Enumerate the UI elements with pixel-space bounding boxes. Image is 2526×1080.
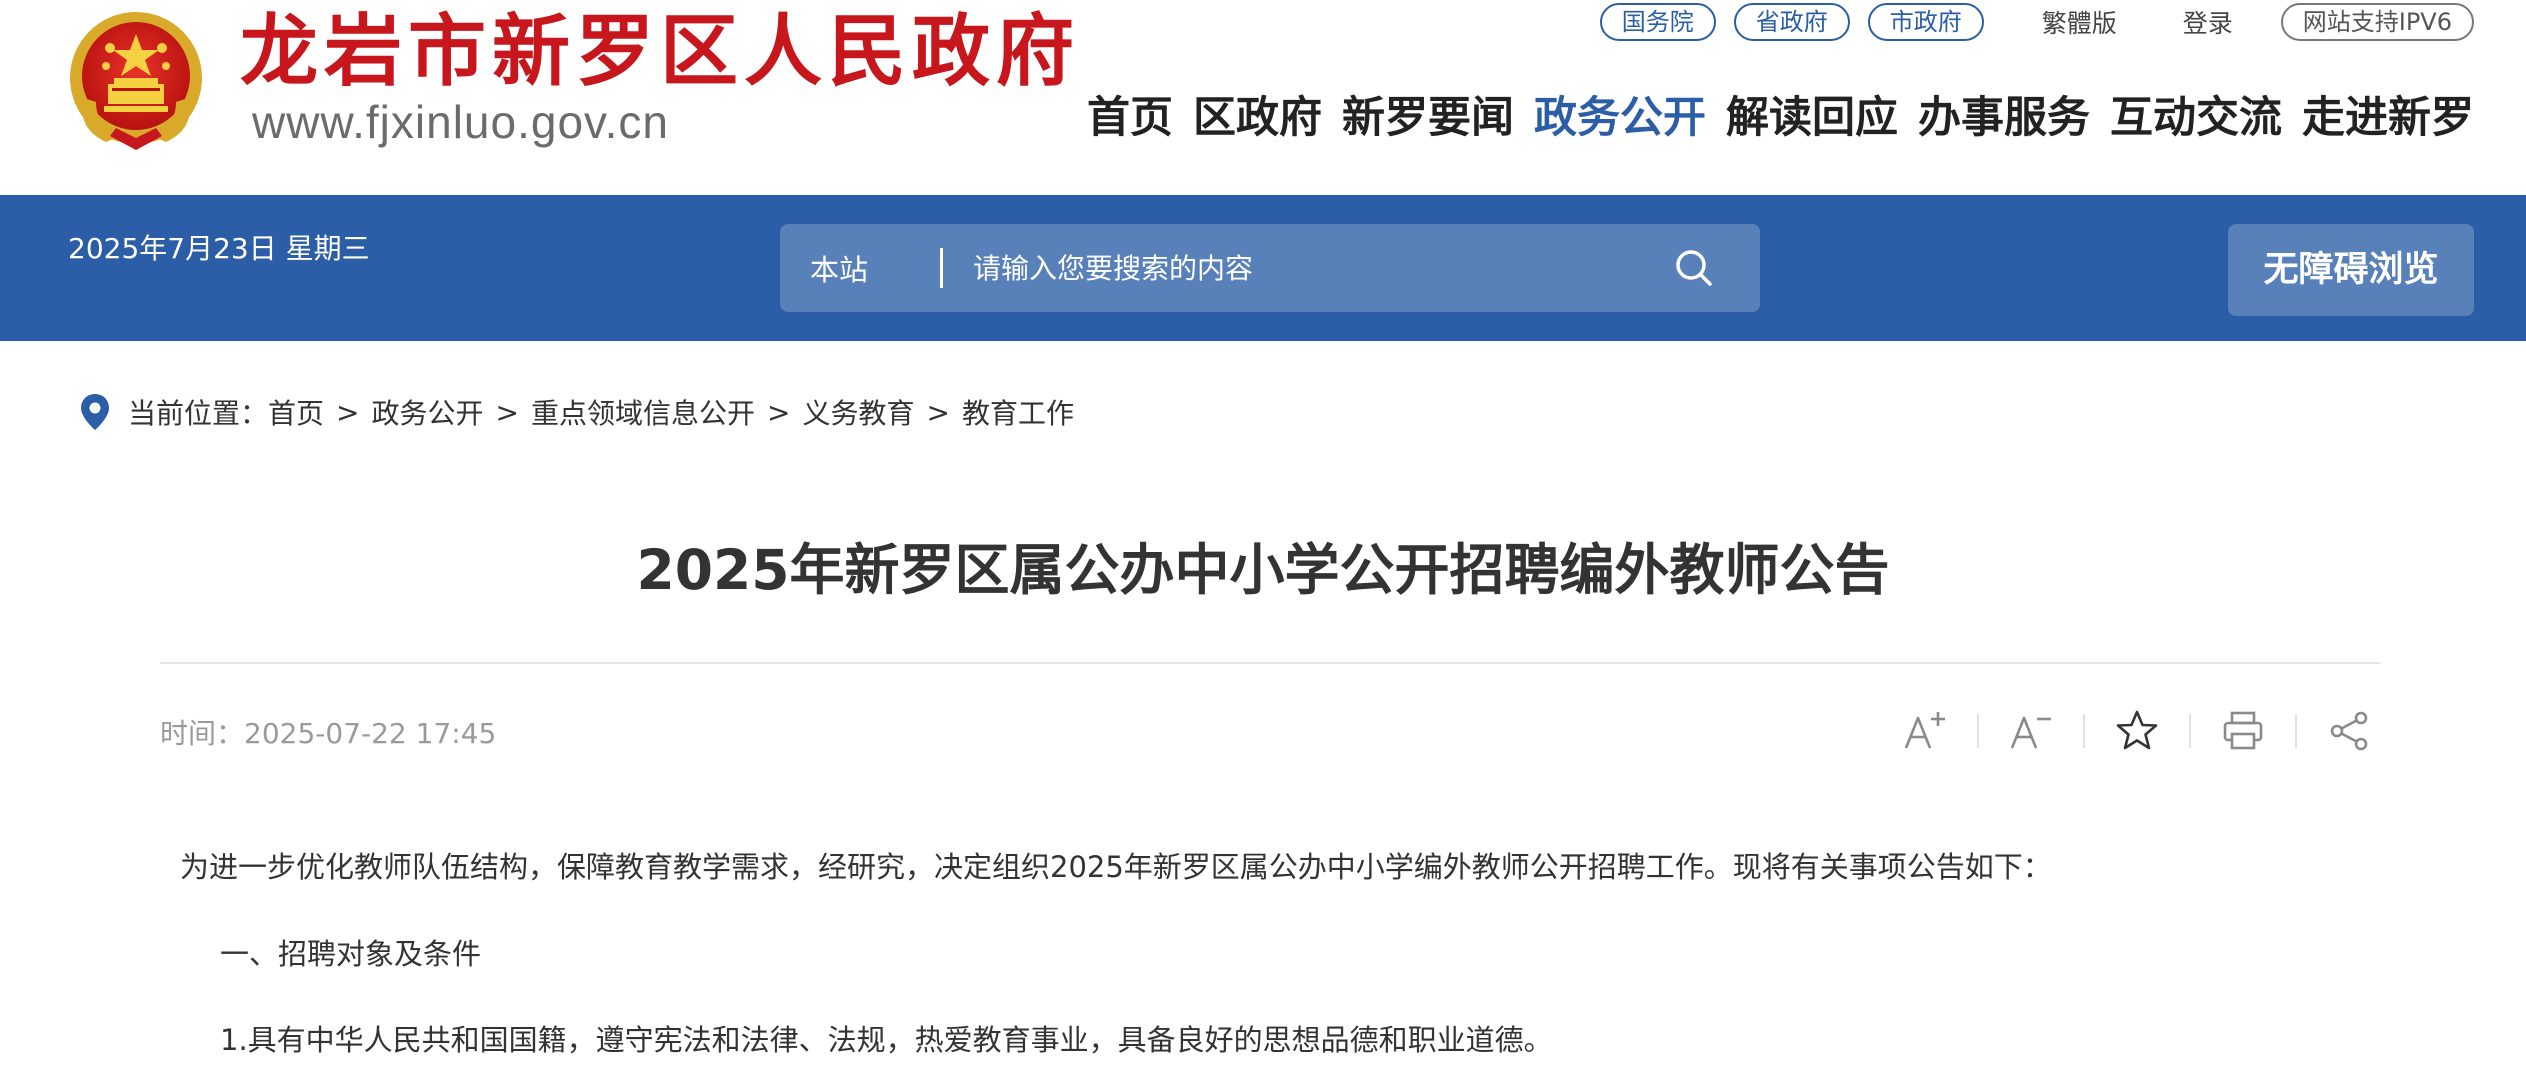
article-tools xyxy=(1894,700,2380,762)
font-decrease-icon[interactable] xyxy=(2000,700,2062,762)
link-city-gov[interactable]: 市政府 xyxy=(1867,3,1984,41)
search-bar-band: 2025年7月23日 星期三 本站 无障碍浏览 xyxy=(0,195,2526,341)
breadcrumb-key-areas[interactable]: 重点领域信息公开 xyxy=(531,392,755,432)
nav-district-gov[interactable]: 区政府 xyxy=(1193,88,1322,148)
breadcrumb-separator: > xyxy=(926,395,950,429)
search-input[interactable] xyxy=(943,238,1654,298)
location-pin-icon xyxy=(78,392,112,432)
nav-services[interactable]: 办事服务 xyxy=(1918,88,2090,148)
nav-news[interactable]: 新罗要闻 xyxy=(1342,88,1514,148)
breadcrumb-gov-affairs[interactable]: 政务公开 xyxy=(372,392,484,432)
tool-divider xyxy=(1977,714,1979,748)
link-state-council[interactable]: 国务院 xyxy=(1599,3,1716,41)
accessibility-button[interactable]: 无障碍浏览 xyxy=(2228,224,2474,316)
site-url: www.fjxinluo.gov.cn xyxy=(252,96,669,148)
nav-home[interactable]: 首页 xyxy=(1087,88,1173,148)
tool-divider xyxy=(2295,714,2297,748)
print-icon[interactable] xyxy=(2212,700,2274,762)
article-paragraph: 1.具有中华人民共和国国籍，遵守宪法和法律、法规，热爱教育事业，具备良好的思想品… xyxy=(220,1023,1553,1057)
font-increase-icon[interactable] xyxy=(1894,700,1956,762)
site-name[interactable]: 龙岩市新罗区人民政府 xyxy=(240,2,1080,102)
national-emblem-icon[interactable] xyxy=(66,8,206,154)
ipv6-badge: 网站支持IPV6 xyxy=(2280,3,2474,41)
traditional-chinese-link[interactable]: 繁體版 xyxy=(2002,4,2145,40)
title-divider xyxy=(160,662,2380,664)
breadcrumb-home[interactable]: 首页 xyxy=(268,392,324,432)
breadcrumb-separator: > xyxy=(767,395,791,429)
nav-gov-affairs[interactable]: 政务公开 xyxy=(1534,88,1706,148)
breadcrumb: 当前位置： 首页 > 政务公开 > 重点领域信息公开 > 义务教育 > 教育工作 xyxy=(78,392,1074,432)
breadcrumb-separator: > xyxy=(336,395,360,429)
publish-time-label: 时间： xyxy=(160,717,245,750)
main-nav: 首页 区政府 新罗要闻 政务公开 解读回应 办事服务 互动交流 走进新罗 xyxy=(1087,88,2474,148)
link-provincial-gov[interactable]: 省政府 xyxy=(1733,3,1850,41)
breadcrumb-separator: > xyxy=(495,395,519,429)
breadcrumb-prefix: 当前位置： xyxy=(128,397,269,430)
search-scope[interactable]: 本站 xyxy=(780,247,940,289)
share-icon[interactable] xyxy=(2318,700,2380,762)
login-link[interactable]: 登录 xyxy=(2163,4,2263,40)
breadcrumb-education-work[interactable]: 教育工作 xyxy=(962,392,1074,432)
current-date: 2025年7月23日 星期三 xyxy=(68,232,370,265)
tool-divider xyxy=(2083,714,2085,748)
site-header: 龙岩市新罗区人民政府 www.fjxinluo.gov.cn 国务院 省政府 市… xyxy=(0,0,2526,195)
tool-divider xyxy=(2189,714,2191,748)
publish-time-value: 2025-07-22 17:45 xyxy=(244,717,497,750)
nav-interpretation[interactable]: 解读回应 xyxy=(1726,88,1898,148)
publish-time: 时间：2025-07-22 17:45 xyxy=(160,712,496,752)
article-title: 2025年新罗区属公办中小学公开招聘编外教师公告 xyxy=(636,538,1890,602)
article-paragraph: 为进一步优化教师队伍结构，保障教育教学需求，经研究，决定组织2025年新罗区属公… xyxy=(180,850,2052,884)
article-section-heading: 一、招聘对象及条件 xyxy=(220,937,482,971)
breadcrumb-compulsory-education[interactable]: 义务教育 xyxy=(802,392,914,432)
search-icon[interactable] xyxy=(1654,238,1734,298)
search-box: 本站 xyxy=(780,224,1760,312)
nav-about[interactable]: 走进新罗 xyxy=(2302,88,2474,148)
star-icon[interactable] xyxy=(2106,700,2168,762)
top-links: 国务院 省政府 市政府 繁體版 登录 网站支持IPV6 xyxy=(1599,0,2474,44)
nav-interaction[interactable]: 互动交流 xyxy=(2110,88,2282,148)
